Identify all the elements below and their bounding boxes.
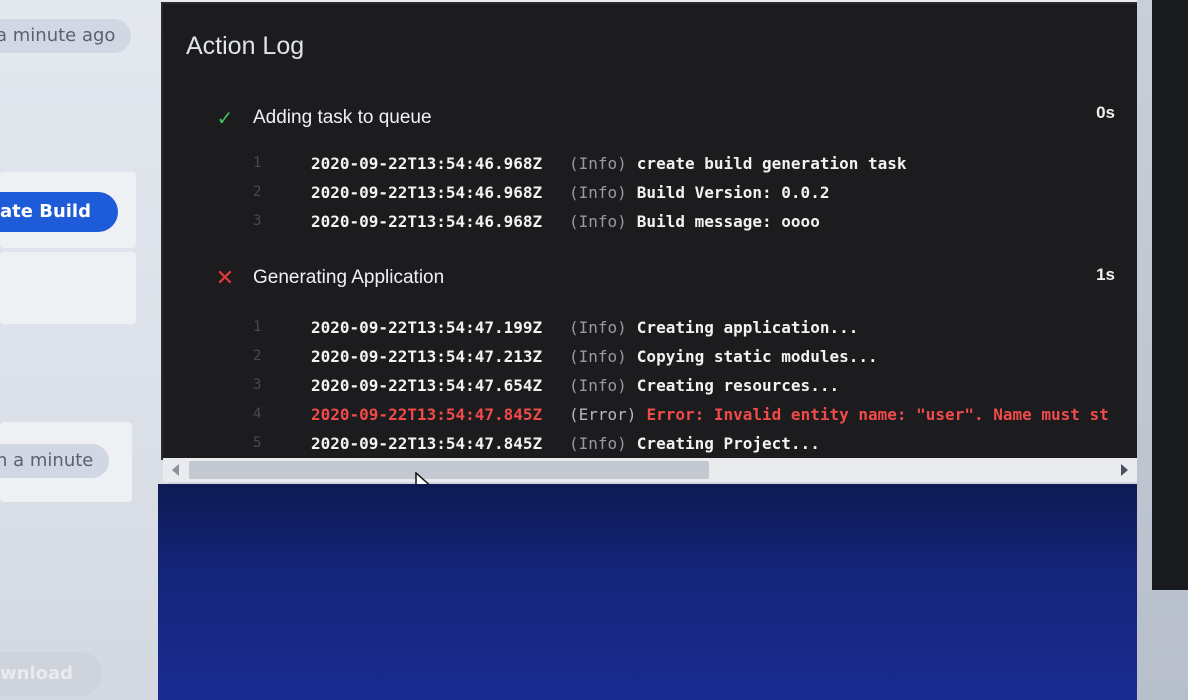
log-timestamp: 2020-09-22T13:54:47.845Z xyxy=(311,433,543,453)
chevron-right-icon[interactable] xyxy=(1121,464,1128,476)
log-message: Copying static modules... xyxy=(636,346,878,366)
create-build-button[interactable]: ate Build xyxy=(0,192,118,232)
log-level: (Info) xyxy=(569,317,627,337)
log-message: Creating Project... xyxy=(636,433,820,453)
timestamp-badge-top: a minute ago xyxy=(0,19,132,53)
log-timestamp: 2020-09-22T13:54:46.968Z xyxy=(311,153,543,173)
log-message: Build Version: 0.0.2 xyxy=(636,182,830,202)
line-number: 2 xyxy=(253,184,262,200)
step-header-generating[interactable]: ✕ Generating Application xyxy=(213,265,444,291)
log-timestamp: 2020-09-22T13:54:46.968Z xyxy=(311,211,543,231)
cross-icon: ✕ xyxy=(215,265,235,290)
log-level: (Info) xyxy=(569,346,627,366)
step-label: Generating Application xyxy=(253,267,445,288)
chevron-left-icon[interactable] xyxy=(172,464,179,476)
line-number: 4 xyxy=(253,406,262,422)
log-line: 2 2020-09-22T13:54:46.968Z (Info) Build … xyxy=(253,179,829,205)
log-level: (Error) xyxy=(569,404,637,424)
timestamp-badge-mid: n a minute xyxy=(0,444,110,478)
log-timestamp: 2020-09-22T13:54:46.968Z xyxy=(311,182,543,202)
content-area xyxy=(158,484,1148,700)
log-level: (Info) xyxy=(569,375,627,395)
screen-bezel xyxy=(1152,0,1188,590)
line-number: 3 xyxy=(253,377,262,393)
log-line: 1 2020-09-22T13:54:47.199Z (Info) Creati… xyxy=(253,314,858,340)
log-line: 2 2020-09-22T13:54:47.213Z (Info) Copyin… xyxy=(253,343,878,369)
log-line-error: 4 2020-09-22T13:54:47.845Z (Error) Error… xyxy=(253,401,1109,427)
step-duration: 1s xyxy=(1096,265,1115,284)
log-line: 3 2020-09-22T13:54:46.968Z (Info) Build … xyxy=(253,208,820,234)
download-button[interactable]: wnload xyxy=(0,652,102,696)
scrollbar-thumb[interactable] xyxy=(189,461,709,479)
log-timestamp: 2020-09-22T13:54:47.199Z xyxy=(311,317,543,337)
horizontal-scrollbar[interactable] xyxy=(163,458,1137,482)
left-sidebar: a minute ago ate Build n a minute wnload xyxy=(0,0,168,700)
log-level: (Info) xyxy=(569,433,627,453)
log-line: 1 2020-09-22T13:54:46.968Z (Info) create… xyxy=(253,150,907,176)
step-label: Adding task to queue xyxy=(253,107,432,128)
log-timestamp: 2020-09-22T13:54:47.213Z xyxy=(311,346,543,366)
line-number: 1 xyxy=(253,319,262,335)
action-log-panel: Action Log ✓ Adding task to queue 0s 1 2… xyxy=(163,4,1137,458)
log-timestamp: 2020-09-22T13:54:47.845Z xyxy=(311,404,543,424)
log-message: Build message: oooo xyxy=(636,211,820,231)
log-level: (Info) xyxy=(569,153,627,173)
step-duration: 0s xyxy=(1096,103,1115,122)
log-message: Error: Invalid entity name: "user". Name… xyxy=(646,404,1109,424)
panel-title: Action Log xyxy=(186,32,305,60)
log-level: (Info) xyxy=(569,211,627,231)
log-line: 3 2020-09-22T13:54:47.654Z (Info) Creati… xyxy=(253,372,839,398)
check-icon: ✓ xyxy=(216,107,234,130)
log-message: Creating application... xyxy=(636,317,859,337)
line-number: 3 xyxy=(253,213,262,229)
log-message: create build generation task xyxy=(636,153,907,173)
line-number: 5 xyxy=(253,435,262,451)
log-level: (Info) xyxy=(569,182,627,202)
log-message: Creating resources... xyxy=(636,375,840,395)
log-line: 5 2020-09-22T13:54:47.845Z (Info) Creati… xyxy=(253,430,820,456)
log-timestamp: 2020-09-22T13:54:47.654Z xyxy=(311,375,543,395)
line-number: 1 xyxy=(253,155,262,171)
line-number: 2 xyxy=(253,348,262,364)
step-header-queue[interactable]: ✓ Adding task to queue xyxy=(213,105,432,131)
build-card-lower xyxy=(0,252,136,324)
